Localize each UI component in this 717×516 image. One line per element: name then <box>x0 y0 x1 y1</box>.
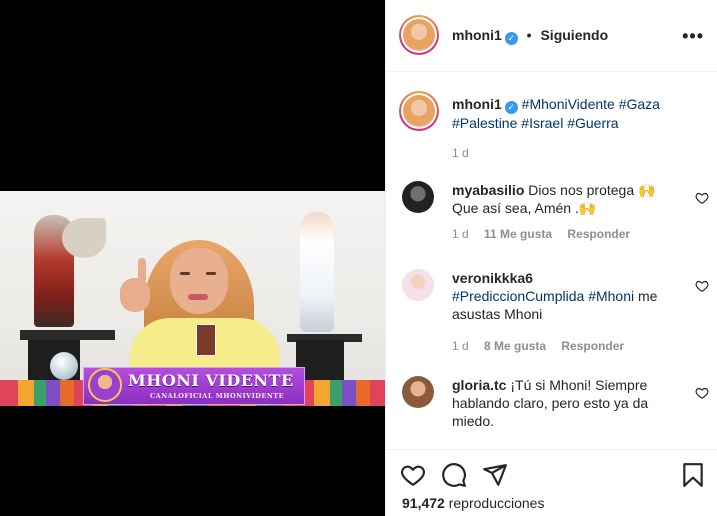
more-options-icon[interactable]: ••• <box>682 26 704 47</box>
commenter-avatar[interactable] <box>402 269 434 301</box>
comment-time[interactable]: 1 d <box>452 227 469 241</box>
comment-icon[interactable] <box>441 462 467 488</box>
separator-dot: • <box>526 27 532 43</box>
post-side-panel: mhoni1 ✓ • Siguiendo ••• mhoni1 ✓ #MhoniVi… <box>385 0 717 516</box>
comments-list[interactable]: mhoni1 ✓ #MhoniVidente #Gaza #Palestine #… <box>386 73 717 449</box>
commenter-avatar[interactable] <box>402 376 434 408</box>
crystal-globe <box>50 352 78 380</box>
hashtag-link[interactable]: #Gaza <box>619 96 660 112</box>
views-label: reproducciones <box>448 495 545 511</box>
comment-text: gloria.tc ¡Tú si Mhoni! Siempre hablando… <box>452 376 672 430</box>
heart-icon[interactable] <box>400 462 426 488</box>
views-counter[interactable]: 91,472 reproducciones <box>402 495 544 511</box>
presenter-eye-right <box>206 272 216 275</box>
hashtag-link[interactable]: #MhoniVidente <box>522 96 615 112</box>
author-avatar[interactable] <box>399 15 439 55</box>
bookmark-icon[interactable] <box>680 462 706 488</box>
caption-text: mhoni1 ✓ #MhoniVidente #Gaza #Palestine #… <box>452 95 702 132</box>
caption-username[interactable]: mhoni1 <box>452 96 502 112</box>
share-icon[interactable] <box>482 462 508 488</box>
comment-text: myabasilio Dios nos protega 🙌 Que así se… <box>452 181 672 217</box>
commenter-username[interactable]: gloria.tc <box>452 377 506 393</box>
caption-timestamp[interactable]: 1 d <box>452 146 469 160</box>
presenter-eye-left <box>180 272 190 275</box>
presenter-finger <box>138 258 146 284</box>
commenter-avatar[interactable] <box>402 181 434 213</box>
header-user-row: mhoni1 ✓ • Siguiendo <box>452 27 608 45</box>
comment-text: veronikkka6 #PrediccionCumplida #Mhoni m… <box>452 269 682 323</box>
statue-wing <box>62 218 106 258</box>
hashtag-link[interactable]: #Guerra <box>567 115 618 131</box>
comment-likes[interactable]: 8 Me gusta <box>484 339 546 353</box>
reply-button[interactable]: Responder <box>567 227 630 241</box>
comment-meta: 1 d 11 Me gusta Responder <box>452 227 642 241</box>
commenter-username[interactable]: veronikkka6 <box>452 270 533 286</box>
banner-title: MHONI VIDENTE <box>128 371 294 390</box>
avatar-image <box>403 19 435 51</box>
virgin-statue <box>300 212 334 332</box>
verified-badge-icon: ✓ <box>504 32 518 45</box>
shelf-left <box>20 330 115 340</box>
comment-likes[interactable]: 11 Me gusta <box>484 227 552 241</box>
reply-button[interactable]: Responder <box>561 339 624 353</box>
hashtag-link[interactable]: #Palestine <box>452 115 517 131</box>
tarot-card <box>196 324 216 356</box>
verified-badge-icon: ✓ <box>504 101 518 114</box>
comment-like-heart-icon[interactable] <box>695 279 709 293</box>
post-header: mhoni1 ✓ • Siguiendo ••• <box>386 0 717 72</box>
hashtag-link[interactable]: #Mhoni <box>588 288 634 304</box>
hashtag-link[interactable]: #PrediccionCumplida <box>452 288 584 304</box>
comment-like-heart-icon[interactable] <box>695 191 709 205</box>
views-count: 91,472 <box>402 495 445 511</box>
comment-meta: 1 d 8 Me gusta Responder <box>452 339 636 353</box>
commenter-username[interactable]: myabasilio <box>452 182 524 198</box>
comment-time[interactable]: 1 d <box>452 339 469 353</box>
presenter-face <box>170 248 228 314</box>
presenter-lips <box>188 294 208 300</box>
banner-logo <box>88 368 122 402</box>
caption-avatar[interactable] <box>399 91 439 131</box>
comment-like-heart-icon[interactable] <box>695 386 709 400</box>
hashtag-link[interactable]: #Israel <box>521 115 563 131</box>
banner-subtitle: CANALOFICIAL MHONIVIDENTE <box>150 392 285 400</box>
following-button[interactable]: Siguiendo <box>540 27 608 43</box>
post-media[interactable]: MHONI VIDENTE CANALOFICIAL MHONIVIDENTE <box>0 0 385 516</box>
presenter-hand <box>120 278 150 312</box>
author-username[interactable]: mhoni1 <box>452 27 502 43</box>
avatar-image <box>403 95 435 127</box>
